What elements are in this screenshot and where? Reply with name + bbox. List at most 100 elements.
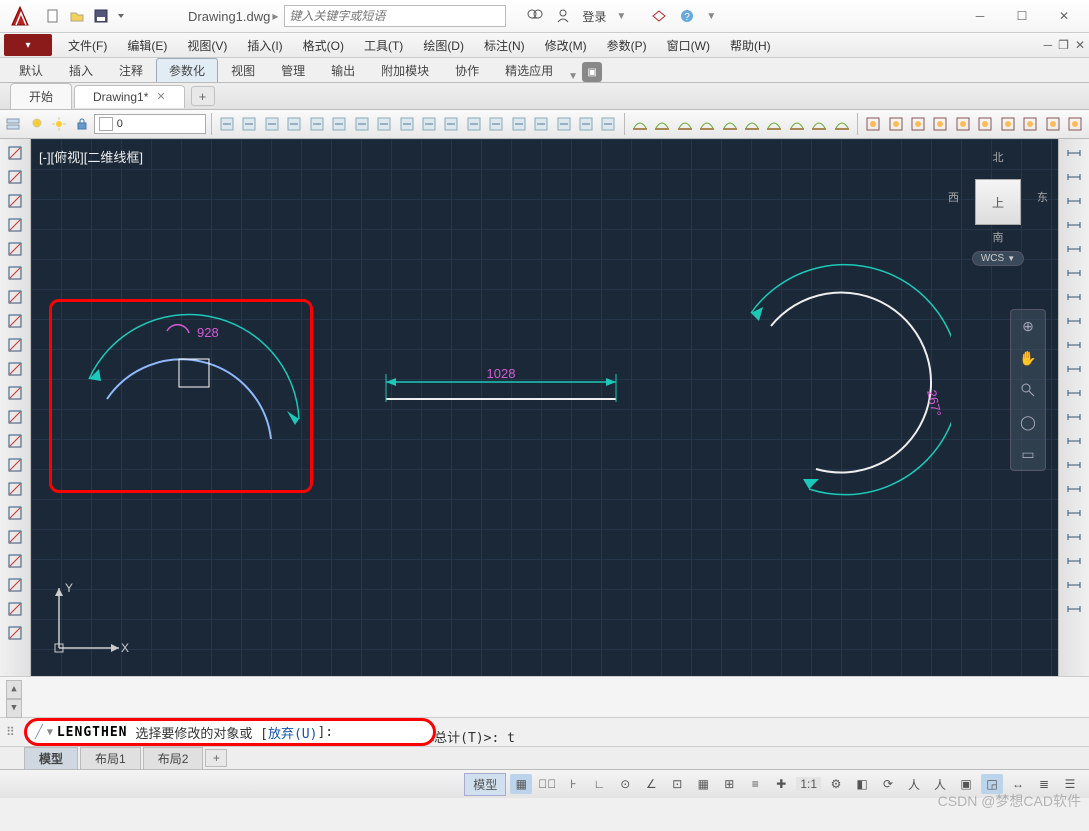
toolbar-button[interactable] bbox=[217, 113, 237, 135]
status-gear-icon[interactable]: ⚙ bbox=[825, 774, 847, 794]
status-model[interactable]: 模型 bbox=[464, 773, 506, 796]
dim-edit-icon[interactable] bbox=[1064, 503, 1084, 523]
nav-showmotion-icon[interactable]: ▭ bbox=[1016, 442, 1040, 466]
toolbar-button[interactable] bbox=[307, 113, 327, 135]
status-btn[interactable]: ≣ bbox=[1033, 774, 1055, 794]
close-icon[interactable]: ✕ bbox=[1043, 2, 1085, 30]
curve-icon[interactable] bbox=[5, 575, 25, 595]
status-btn[interactable]: ◲ bbox=[981, 774, 1003, 794]
menu-help[interactable]: 帮助(H) bbox=[720, 34, 781, 56]
toolbar-button[interactable] bbox=[239, 113, 259, 135]
toolbar-button[interactable] bbox=[953, 113, 973, 135]
dim-aligned-icon[interactable] bbox=[1064, 167, 1084, 187]
toolbar-button[interactable] bbox=[908, 113, 928, 135]
tab-parametric[interactable]: 参数化 bbox=[156, 58, 218, 82]
tri-icon[interactable] bbox=[5, 359, 25, 379]
toolbar-button[interactable] bbox=[509, 113, 529, 135]
status-snap-icon[interactable]: �⃞ bbox=[536, 774, 558, 794]
command-line[interactable]: ╱ ▼ LENGTHEN 选择要修改的对象或 [ 放弃(U) ]: bbox=[24, 718, 436, 746]
tab-output[interactable]: 输出 bbox=[318, 58, 368, 82]
toolbar-button[interactable] bbox=[374, 113, 394, 135]
status-scale[interactable]: 1:1 bbox=[796, 777, 821, 791]
toolbar-button[interactable] bbox=[998, 113, 1018, 135]
toolbar-button[interactable] bbox=[742, 113, 762, 135]
layer-properties-icon[interactable] bbox=[4, 113, 24, 135]
status-menu-icon[interactable]: ☰ bbox=[1059, 774, 1081, 794]
nav-zoom-icon[interactable] bbox=[1016, 378, 1040, 402]
nav-orbit-icon[interactable]: ◯ bbox=[1016, 410, 1040, 434]
signin-icon[interactable] bbox=[554, 7, 572, 25]
dim-break-icon[interactable] bbox=[1064, 383, 1084, 403]
help-icon[interactable]: ? bbox=[678, 7, 696, 25]
viewcube-west[interactable]: 西 bbox=[948, 189, 959, 205]
dim-diameter-icon[interactable] bbox=[1064, 239, 1084, 259]
minimize-icon[interactable]: ─ bbox=[959, 2, 1001, 30]
search-input[interactable] bbox=[285, 9, 505, 23]
viewcube-south[interactable]: 南 bbox=[948, 229, 1048, 245]
doc-restore-icon[interactable]: ❐ bbox=[1058, 38, 1069, 52]
new-icon[interactable] bbox=[42, 5, 64, 27]
menu-view[interactable]: 视图(V) bbox=[177, 34, 237, 56]
view-cube[interactable]: 北 西 上 东 南 WCS▼ bbox=[948, 149, 1048, 279]
layer-bulb-icon[interactable] bbox=[26, 113, 46, 135]
status-btn[interactable]: ∟ bbox=[588, 774, 610, 794]
line-icon[interactable] bbox=[5, 527, 25, 547]
help-dropdown-icon[interactable]: ▼ bbox=[706, 11, 716, 22]
doc-close-icon[interactable]: ✕ bbox=[1075, 38, 1085, 52]
layer-sun-icon[interactable] bbox=[49, 113, 69, 135]
search-box[interactable] bbox=[284, 5, 506, 27]
inspect-icon[interactable] bbox=[1064, 455, 1084, 475]
status-btn[interactable]: ✚ bbox=[770, 774, 792, 794]
login-dropdown-icon[interactable]: ▼ bbox=[616, 11, 626, 22]
cmd-option[interactable]: 放弃(U) bbox=[268, 723, 317, 742]
toolbar-button[interactable] bbox=[630, 113, 650, 135]
sym-icon[interactable] bbox=[5, 599, 25, 619]
tab-insert[interactable]: 插入 bbox=[56, 58, 106, 82]
menu-format[interactable]: 格式(O) bbox=[293, 34, 354, 56]
command-history[interactable]: ▲▼ 选择要测量的对象或 [增量(DE)/百分比(P)/总计(T)/动态(DY)… bbox=[0, 676, 1089, 718]
scissors-icon[interactable] bbox=[5, 383, 25, 403]
dim-arc-icon[interactable] bbox=[1064, 191, 1084, 211]
status-grid-icon[interactable]: ▦ bbox=[510, 774, 532, 794]
toolbar-button[interactable] bbox=[396, 113, 416, 135]
menu-param[interactable]: 参数(P) bbox=[597, 34, 657, 56]
dim-style-icon[interactable] bbox=[1064, 575, 1084, 595]
toolbar-button[interactable] bbox=[697, 113, 717, 135]
status-btn[interactable]: ≡ bbox=[744, 774, 766, 794]
save-icon[interactable] bbox=[90, 5, 112, 27]
geom-icon[interactable] bbox=[5, 143, 25, 163]
toolbar-button[interactable] bbox=[652, 113, 672, 135]
rect-icon[interactable] bbox=[5, 335, 25, 355]
insert-icon[interactable] bbox=[5, 455, 25, 475]
new-file-tab[interactable]: + bbox=[191, 86, 215, 106]
move-icon[interactable] bbox=[5, 287, 25, 307]
leader-icon[interactable] bbox=[5, 503, 25, 523]
open-icon[interactable] bbox=[66, 5, 88, 27]
dim-continue-icon[interactable] bbox=[1064, 335, 1084, 355]
horiz-icon[interactable] bbox=[5, 191, 25, 211]
toolbar-button[interactable] bbox=[284, 113, 304, 135]
offset-icon[interactable] bbox=[5, 431, 25, 451]
status-btn[interactable]: ◧ bbox=[851, 774, 873, 794]
login-label[interactable]: 登录 bbox=[582, 8, 606, 25]
maximize-icon[interactable]: ☐ bbox=[1001, 2, 1043, 30]
nav-wheel-icon[interactable]: ⊕ bbox=[1016, 314, 1040, 338]
file-tab-drawing1[interactable]: Drawing1*✕ bbox=[74, 85, 185, 108]
tab-close-icon[interactable]: ✕ bbox=[156, 90, 165, 103]
status-btn[interactable]: ⟳ bbox=[877, 774, 899, 794]
menu-tools[interactable]: 工具(T) bbox=[354, 34, 413, 56]
status-btn[interactable]: ▣ bbox=[955, 774, 977, 794]
dim-text-icon[interactable] bbox=[1064, 527, 1084, 547]
subset-icon[interactable] bbox=[5, 239, 25, 259]
dim-baseline-icon[interactable] bbox=[1064, 311, 1084, 331]
file-tab-start[interactable]: 开始 bbox=[10, 83, 72, 109]
tab-addon[interactable]: 附加模块 bbox=[368, 58, 442, 82]
status-btn[interactable]: ▦ bbox=[692, 774, 714, 794]
status-btn[interactable]: ⊙ bbox=[614, 774, 636, 794]
dim-radius-icon[interactable] bbox=[1064, 215, 1084, 235]
dim-spacing-icon[interactable] bbox=[1064, 359, 1084, 379]
array-icon[interactable] bbox=[5, 263, 25, 283]
toolbar-button[interactable] bbox=[975, 113, 995, 135]
toolbar-button[interactable] bbox=[930, 113, 950, 135]
status-btn[interactable]: ⊦ bbox=[562, 774, 584, 794]
